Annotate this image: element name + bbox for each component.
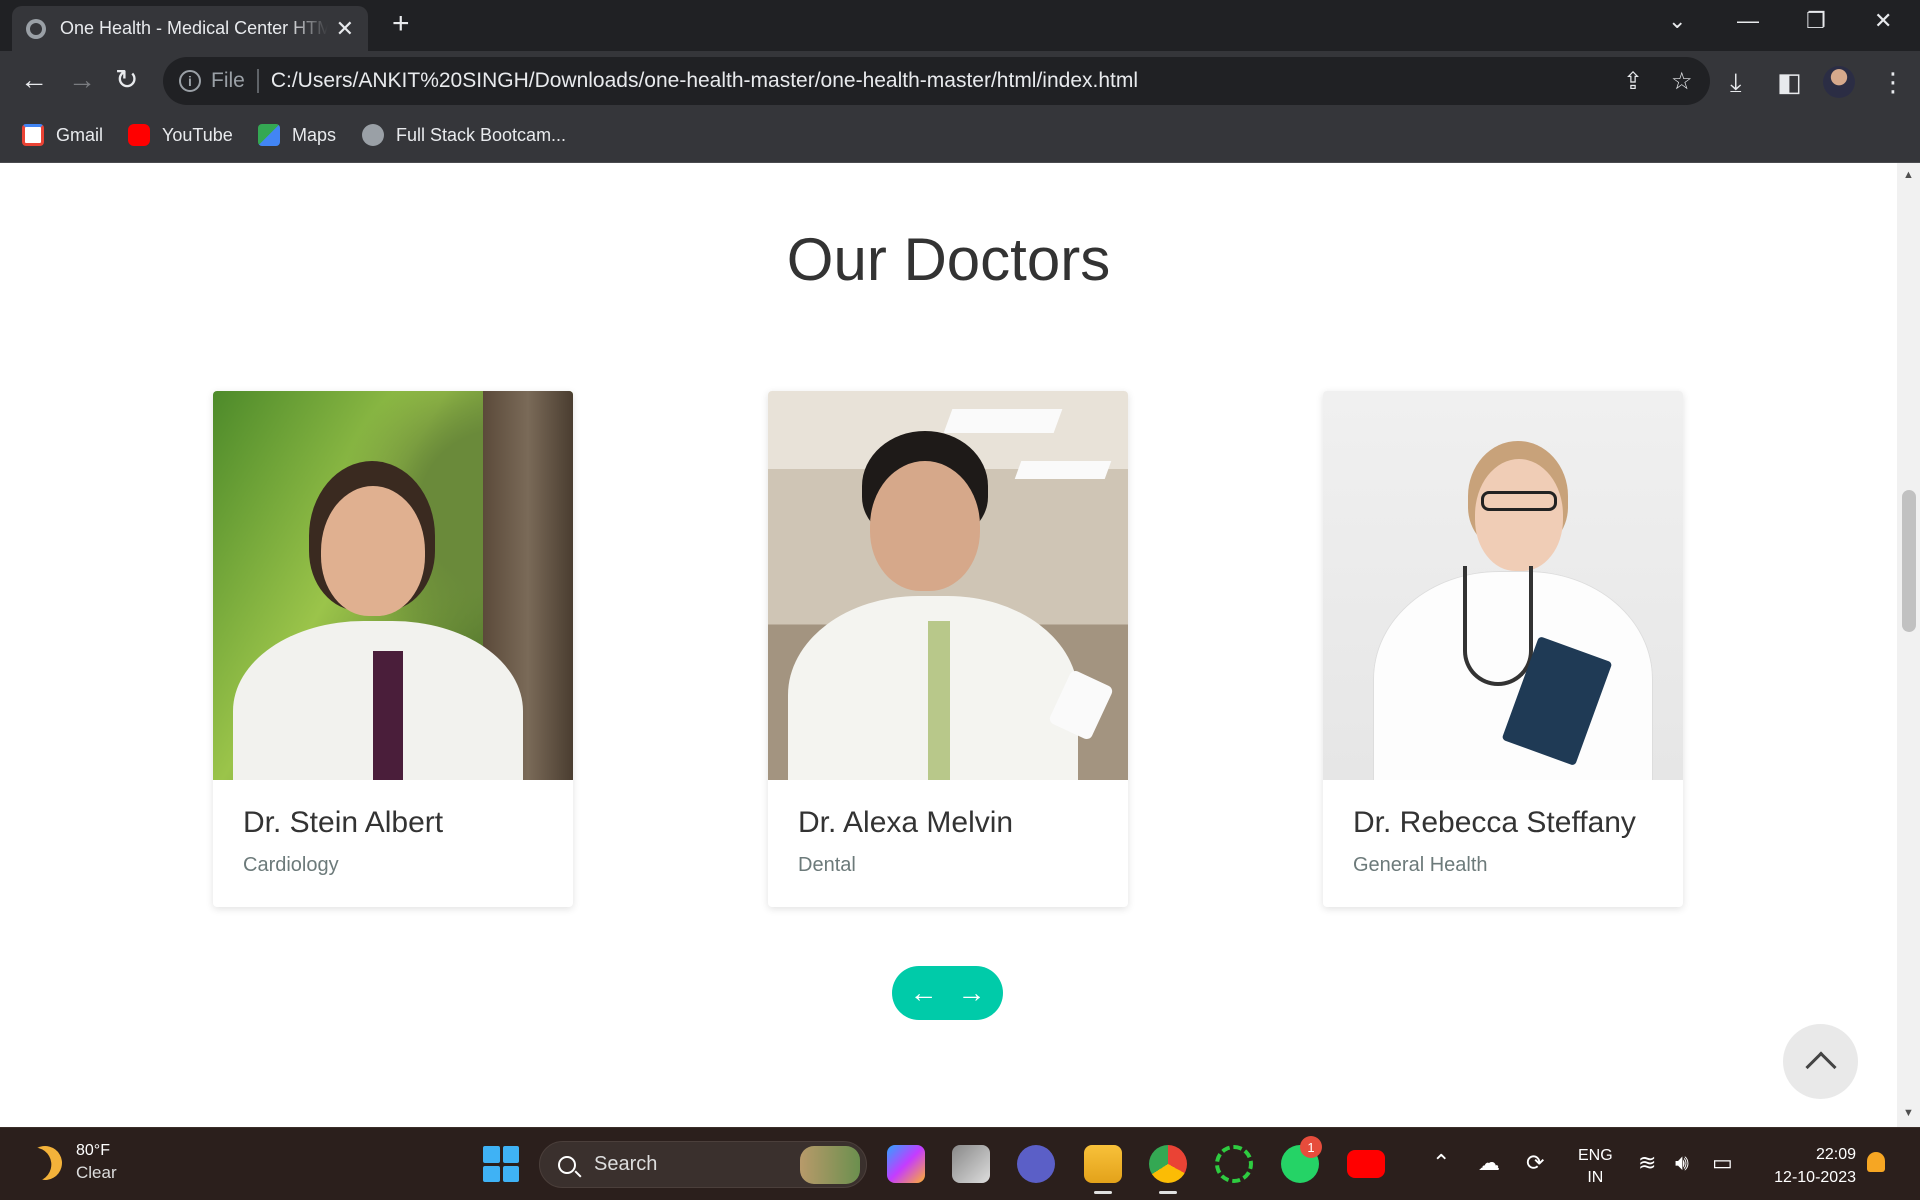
- browser-tab[interactable]: One Health - Medical Center HTML ✕: [12, 6, 368, 51]
- restore-icon[interactable]: ❐: [1806, 8, 1826, 34]
- wifi-icon[interactable]: ≋: [1638, 1150, 1656, 1176]
- chevron-up-icon[interactable]: ⌃: [1432, 1150, 1450, 1176]
- bookmark-label: YouTube: [162, 124, 233, 145]
- bookmark-gmail[interactable]: Gmail: [22, 124, 103, 146]
- doctor-name[interactable]: Dr. Stein Albert: [243, 806, 543, 840]
- bookmark-maps[interactable]: Maps: [258, 124, 336, 146]
- arrow-left-icon[interactable]: ←: [910, 977, 938, 1009]
- forward-icon[interactable]: →: [68, 63, 96, 97]
- url-text[interactable]: C:/Users/ANKIT%20SINGH/Downloads/one-hea…: [271, 69, 1138, 93]
- bookmark-label: Full Stack Bootcam...: [396, 124, 567, 145]
- bookmark-youtube[interactable]: YouTube: [128, 124, 233, 146]
- search-highlight-icon: [800, 1146, 860, 1184]
- back-icon[interactable]: ←: [20, 63, 48, 97]
- url-separator: [256, 69, 259, 93]
- bookmark-label: Maps: [292, 124, 337, 145]
- system-clock[interactable]: 22:09 12-10-2023: [1750, 1143, 1856, 1189]
- doctor-photo: [1323, 391, 1683, 780]
- moon-icon: [22, 1139, 68, 1185]
- doctor-photo: [213, 391, 573, 780]
- youtube-icon: [128, 124, 150, 146]
- globe-icon: [362, 124, 384, 146]
- back-to-top-button[interactable]: [1783, 1024, 1858, 1099]
- share-icon[interactable]: ⇪: [1623, 67, 1643, 96]
- tab-search-icon[interactable]: ⌄: [1668, 8, 1686, 34]
- reload-icon[interactable]: ↻: [115, 63, 138, 97]
- doctor-name[interactable]: Dr. Rebecca Steffany: [1353, 806, 1653, 840]
- weather-widget[interactable]: 80°F Clear: [28, 1142, 117, 1183]
- tab-title: One Health - Medical Center HTML: [60, 18, 328, 38]
- minimize-icon[interactable]: —: [1737, 8, 1759, 34]
- volume-icon[interactable]: 🔊︎: [1675, 1150, 1689, 1176]
- doctor-photo: [768, 391, 1128, 780]
- taskbar-search[interactable]: Search: [539, 1141, 867, 1188]
- lang-code: ENG: [1578, 1147, 1613, 1164]
- copilot-icon[interactable]: [887, 1145, 925, 1183]
- url-scheme: File: [211, 69, 245, 92]
- doctor-card[interactable]: Dr. Alexa Melvin Dental: [768, 391, 1128, 907]
- windows-start-icon[interactable]: [483, 1146, 519, 1182]
- page-viewport: Our Doctors Dr. Stein Albert Cardiology …: [0, 163, 1897, 1127]
- bookmark-label: Gmail: [56, 124, 104, 145]
- gmail-icon: [22, 124, 44, 146]
- onedrive-icon[interactable]: ☁: [1478, 1150, 1500, 1176]
- card-body: Dr. Stein Albert Cardiology: [213, 780, 573, 903]
- address-bar[interactable]: i File C:/Users/ANKIT%20SINGH/Downloads/…: [163, 57, 1710, 105]
- clock-time: 22:09: [1815, 1146, 1856, 1163]
- scroll-down-icon[interactable]: ▼: [1903, 1107, 1914, 1119]
- bookmark-star-icon[interactable]: ☆: [1671, 67, 1693, 96]
- scroll-up-icon[interactable]: ▲: [1903, 169, 1914, 181]
- scroll-thumb[interactable]: [1902, 490, 1916, 632]
- search-icon: [558, 1155, 576, 1174]
- doctor-card[interactable]: Dr. Stein Albert Cardiology: [213, 391, 573, 907]
- battery-icon[interactable]: ▭: [1712, 1150, 1733, 1176]
- globe-icon: [26, 18, 46, 39]
- browser-toolbar: ← → ↻ i File C:/Users/ANKIT%20SINGH/Down…: [0, 51, 1920, 111]
- doctor-name[interactable]: Dr. Alexa Melvin: [798, 806, 1098, 840]
- notification-badge: 1: [1300, 1136, 1322, 1158]
- browser-tab-strip: One Health - Medical Center HTML ✕ + ⌄ —…: [0, 0, 1920, 51]
- task-view-icon[interactable]: [952, 1145, 990, 1183]
- site-info-icon[interactable]: i: [179, 70, 201, 92]
- search-label: Search: [594, 1153, 658, 1175]
- chevron-up-icon: [1804, 1050, 1837, 1083]
- notification-bell-icon[interactable]: [1867, 1152, 1885, 1172]
- menu-kebab-icon[interactable]: ⋮: [1880, 67, 1906, 98]
- weather-condition: Clear: [76, 1163, 117, 1182]
- teams-chat-icon[interactable]: [1017, 1145, 1055, 1183]
- chrome-icon[interactable]: [1149, 1145, 1187, 1194]
- app-loader-icon[interactable]: [1215, 1145, 1253, 1183]
- arrow-right-icon[interactable]: →: [958, 977, 986, 1009]
- weather-temp: 80°F: [76, 1142, 110, 1159]
- bookmark-fullstack[interactable]: Full Stack Bootcam...: [362, 124, 566, 146]
- close-tab-icon[interactable]: ✕: [336, 16, 354, 42]
- maps-icon: [258, 124, 280, 146]
- profile-avatar[interactable]: [1823, 66, 1855, 98]
- download-icon[interactable]: ⤓: [1730, 67, 1742, 99]
- file-explorer-icon[interactable]: [1084, 1145, 1122, 1194]
- doctor-specialty: Cardiology: [243, 854, 339, 876]
- language-indicator[interactable]: ENG IN: [1578, 1145, 1613, 1189]
- page-scrollbar[interactable]: ▲ ▼: [1897, 163, 1920, 1127]
- doctor-specialty: Dental: [798, 854, 856, 876]
- window-close-icon[interactable]: ✕: [1874, 8, 1892, 34]
- sync-icon[interactable]: ⟳: [1526, 1150, 1544, 1176]
- bookmarks-bar: Gmail YouTube Maps Full Stack Bootcam...: [0, 111, 1920, 163]
- carousel-nav: ← →: [892, 966, 1003, 1020]
- card-body: Dr. Alexa Melvin Dental: [768, 780, 1128, 903]
- section-title: Our Doctors: [786, 226, 1111, 293]
- doctor-card[interactable]: Dr. Rebecca Steffany General Health: [1323, 391, 1683, 907]
- youtube-app-icon[interactable]: [1347, 1150, 1385, 1178]
- new-tab-button[interactable]: +: [392, 9, 410, 39]
- lang-region: IN: [1587, 1169, 1604, 1186]
- taskbar: 80°F Clear Search 1 ⌃ ☁ ⟳ ENG IN ≋ 🔊︎ ▭ …: [0, 1127, 1920, 1200]
- clock-date: 12-10-2023: [1774, 1169, 1856, 1186]
- card-body: Dr. Rebecca Steffany General Health: [1323, 780, 1683, 903]
- doctor-specialty: General Health: [1353, 854, 1488, 876]
- side-panel-icon[interactable]: ◧: [1777, 67, 1802, 98]
